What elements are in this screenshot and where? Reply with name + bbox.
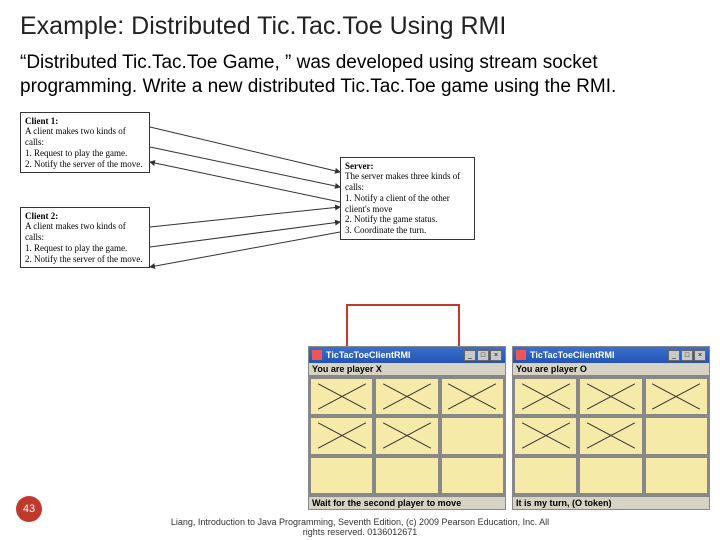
credit-l2: rights reserved. 0136012671 bbox=[0, 528, 720, 538]
client2-l2: 1. Request to play the game. bbox=[25, 243, 145, 254]
app-icon bbox=[312, 350, 322, 360]
minimize-button[interactable]: _ bbox=[668, 350, 680, 361]
app-windows: TicTacToeClientRMI _ □ × You are player … bbox=[308, 346, 710, 510]
cell-2-0[interactable] bbox=[513, 456, 578, 495]
server-l2: 1. Notify a client of the other client's… bbox=[345, 193, 470, 215]
cell-2-2[interactable] bbox=[644, 456, 709, 495]
client1-l1: A client makes two kinds of calls: bbox=[25, 126, 145, 148]
slide-title: Example: Distributed Tic.Tac.Toe Using R… bbox=[20, 12, 700, 41]
status-label: You are player X bbox=[309, 363, 505, 377]
cell-0-0[interactable] bbox=[309, 377, 374, 416]
cell-1-2[interactable] bbox=[440, 416, 505, 455]
footer-status: It is my turn, (O token) bbox=[513, 495, 709, 509]
cell-0-1[interactable] bbox=[578, 377, 643, 416]
client2-head: Client 2: bbox=[25, 211, 145, 222]
credit-line: Liang, Introduction to Java Programming,… bbox=[0, 518, 720, 538]
cell-0-0[interactable] bbox=[513, 377, 578, 416]
rmi-diagram: Client 1: A client makes two kinds of ca… bbox=[20, 107, 475, 307]
titlebar: TicTacToeClientRMI _ □ × bbox=[309, 347, 505, 363]
client1-l3: 2. Notify the server of the move. bbox=[25, 159, 145, 170]
client2-box: Client 2: A client makes two kinds of ca… bbox=[20, 207, 150, 269]
client1-l2: 1. Request to play the game. bbox=[25, 148, 145, 159]
footer-status: Wait for the second player to move bbox=[309, 495, 505, 509]
cell-2-1[interactable] bbox=[374, 456, 439, 495]
cell-2-2[interactable] bbox=[440, 456, 505, 495]
window-title: TicTacToeClientRMI bbox=[530, 350, 667, 360]
client2-l3: 2. Notify the server of the move. bbox=[25, 254, 145, 265]
close-button[interactable]: × bbox=[694, 350, 706, 361]
server-l4: 3. Coordinate the turn. bbox=[345, 225, 470, 236]
cell-1-1[interactable] bbox=[578, 416, 643, 455]
cell-0-1[interactable] bbox=[374, 377, 439, 416]
minimize-button[interactable]: _ bbox=[464, 350, 476, 361]
server-head: Server: bbox=[345, 161, 470, 172]
client1-box: Client 1: A client makes two kinds of ca… bbox=[20, 112, 150, 174]
server-l1: The server makes three kinds of calls: bbox=[345, 171, 470, 193]
cell-0-2[interactable] bbox=[440, 377, 505, 416]
window-title: TicTacToeClientRMI bbox=[326, 350, 463, 360]
server-l3: 2. Notify the game status. bbox=[345, 214, 470, 225]
cell-1-2[interactable] bbox=[644, 416, 709, 455]
cell-2-0[interactable] bbox=[309, 456, 374, 495]
status-label: You are player O bbox=[513, 363, 709, 377]
slide-body: “Distributed Tic.Tac.Toe Game, ” was dev… bbox=[20, 51, 700, 99]
game-board bbox=[309, 377, 505, 495]
slide: Example: Distributed Tic.Tac.Toe Using R… bbox=[0, 0, 720, 540]
app-icon bbox=[516, 350, 526, 360]
server-box: Server: The server makes three kinds of … bbox=[340, 157, 475, 241]
titlebar: TicTacToeClientRMI _ □ × bbox=[513, 347, 709, 363]
maximize-button[interactable]: □ bbox=[681, 350, 693, 361]
client2-l1: A client makes two kinds of calls: bbox=[25, 221, 145, 243]
app-window-1: TicTacToeClientRMI _ □ × You are player … bbox=[308, 346, 506, 510]
maximize-button[interactable]: □ bbox=[477, 350, 489, 361]
cell-0-2[interactable] bbox=[644, 377, 709, 416]
cell-2-1[interactable] bbox=[578, 456, 643, 495]
cell-1-0[interactable] bbox=[309, 416, 374, 455]
game-board bbox=[513, 377, 709, 495]
cell-1-1[interactable] bbox=[374, 416, 439, 455]
cell-1-0[interactable] bbox=[513, 416, 578, 455]
client1-head: Client 1: bbox=[25, 116, 145, 127]
close-button[interactable]: × bbox=[490, 350, 502, 361]
app-window-2: TicTacToeClientRMI _ □ × You are player … bbox=[512, 346, 710, 510]
